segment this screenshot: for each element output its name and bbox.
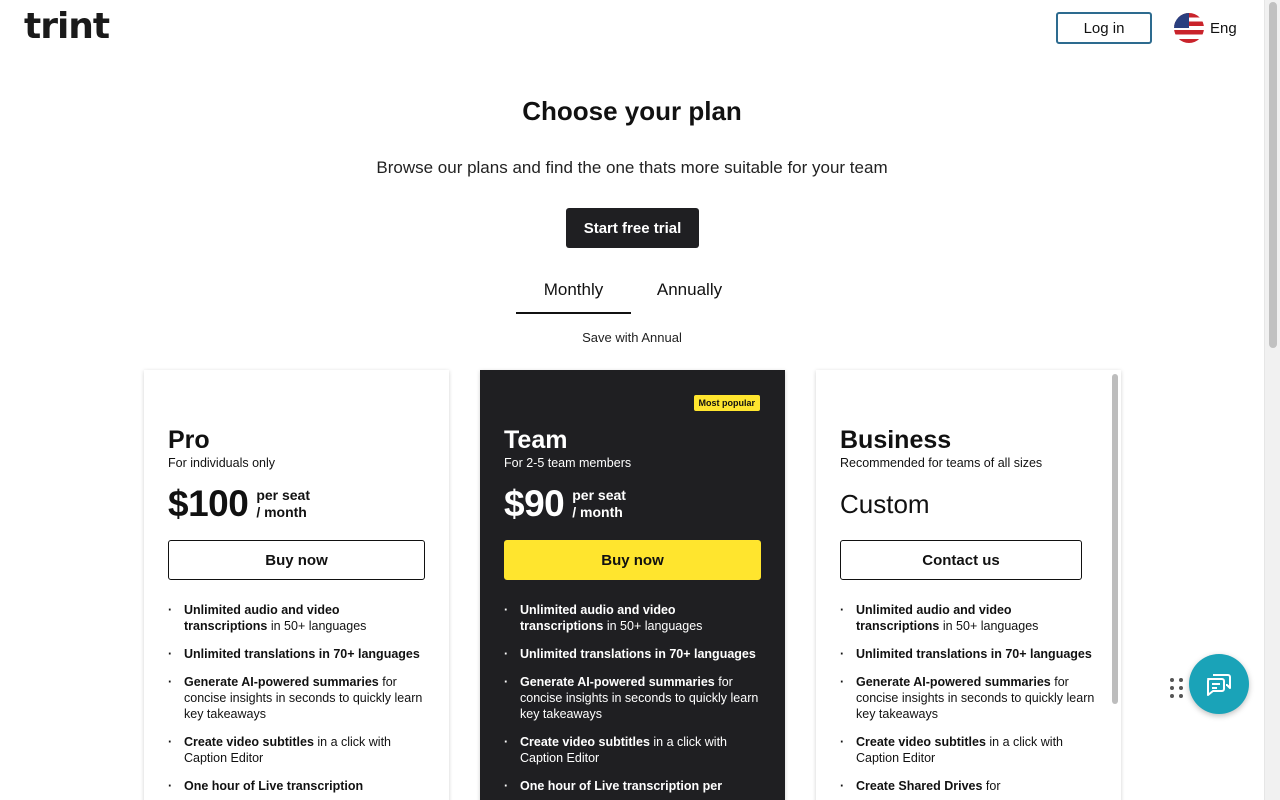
feature-item: Create video subtitles in a click with C… [504, 734, 761, 766]
chat-button[interactable] [1189, 654, 1249, 714]
plan-description: For individuals only [168, 456, 275, 470]
feature-item: Unlimited translations in 70+ languages [840, 646, 1097, 662]
start-free-trial-button[interactable]: Start free trial [566, 208, 699, 248]
plan-name: Pro [168, 426, 210, 454]
feature-list: Unlimited audio and video transcriptions… [168, 602, 425, 794]
tab-monthly[interactable]: Monthly [516, 280, 631, 314]
feature-item: Generate AI-powered summaries for concis… [504, 674, 761, 722]
feature-item: Unlimited audio and video transcriptions… [840, 602, 1097, 634]
feature-item: One hour of Live transcription [168, 778, 425, 794]
plan-card-pro: Pro For individuals only $100 per seat / … [144, 370, 449, 800]
page-scrollbar-thumb[interactable] [1269, 2, 1277, 348]
price-unit: per seat / month [256, 487, 311, 520]
feature-item: Create video subtitles in a click with C… [168, 734, 425, 766]
plan-description: Recommended for teams of all sizes [840, 456, 1043, 470]
plan-price: Custom [840, 488, 930, 519]
plan-price: $90 [504, 483, 565, 524]
feature-item: Generate AI-powered summaries for concis… [168, 674, 425, 722]
chat-bubbles-icon [1207, 674, 1231, 696]
buy-now-button[interactable]: Buy now [504, 540, 761, 580]
plan-card-team: Most popular Team For 2-5 team members $… [480, 370, 785, 800]
price-unit: per seat / month [572, 487, 626, 520]
plan-name: Business [840, 426, 952, 454]
us-flag-icon [1174, 13, 1204, 43]
language-selector[interactable]: Eng [1174, 13, 1237, 43]
buy-now-button[interactable]: Buy now [168, 540, 425, 580]
plan-price: $100 [168, 483, 249, 524]
language-label: Eng [1210, 19, 1237, 37]
price-row: $90 per seat / month [504, 482, 761, 526]
feature-item: Unlimited audio and video transcriptions… [168, 602, 425, 634]
feature-list: Unlimited audio and video transcriptions… [504, 602, 761, 794]
plan-description: For 2-5 team members [504, 456, 632, 470]
feature-list: Unlimited audio and video transcriptions… [840, 602, 1097, 794]
card-scrollbar[interactable] [1112, 374, 1118, 704]
contact-us-button[interactable]: Contact us [840, 540, 1082, 580]
trint-logo[interactable]: trint [24, 6, 110, 47]
feature-item: Create video subtitles in a click with C… [840, 734, 1097, 766]
page-scrollbar[interactable] [1264, 0, 1280, 800]
top-header: trint Log in Eng [0, 0, 1264, 56]
page-subtitle: Browse our plans and find the one thats … [376, 158, 888, 177]
feature-item: Unlimited translations in 70+ languages [504, 646, 761, 662]
login-button[interactable]: Log in [1056, 12, 1152, 44]
save-with-annual-note: Save with Annual [582, 330, 682, 345]
most-popular-badge: Most popular [693, 395, 760, 411]
feature-item: One hour of Live transcription per [504, 778, 761, 794]
plan-card-business: Business Recommended for teams of all si… [816, 370, 1121, 800]
feature-item: Create Shared Drives for [840, 778, 1097, 794]
plan-name: Team [504, 426, 568, 454]
drag-handle-icon[interactable] [1170, 678, 1184, 698]
feature-item: Unlimited audio and video transcriptions… [504, 602, 761, 634]
feature-item: Unlimited translations in 70+ languages [168, 646, 425, 662]
feature-item: Generate AI-powered summaries for concis… [840, 674, 1097, 722]
price-row: $100 per seat / month [168, 482, 425, 526]
tab-annually[interactable]: Annually [632, 280, 747, 314]
page-title: Choose your plan [522, 96, 742, 126]
